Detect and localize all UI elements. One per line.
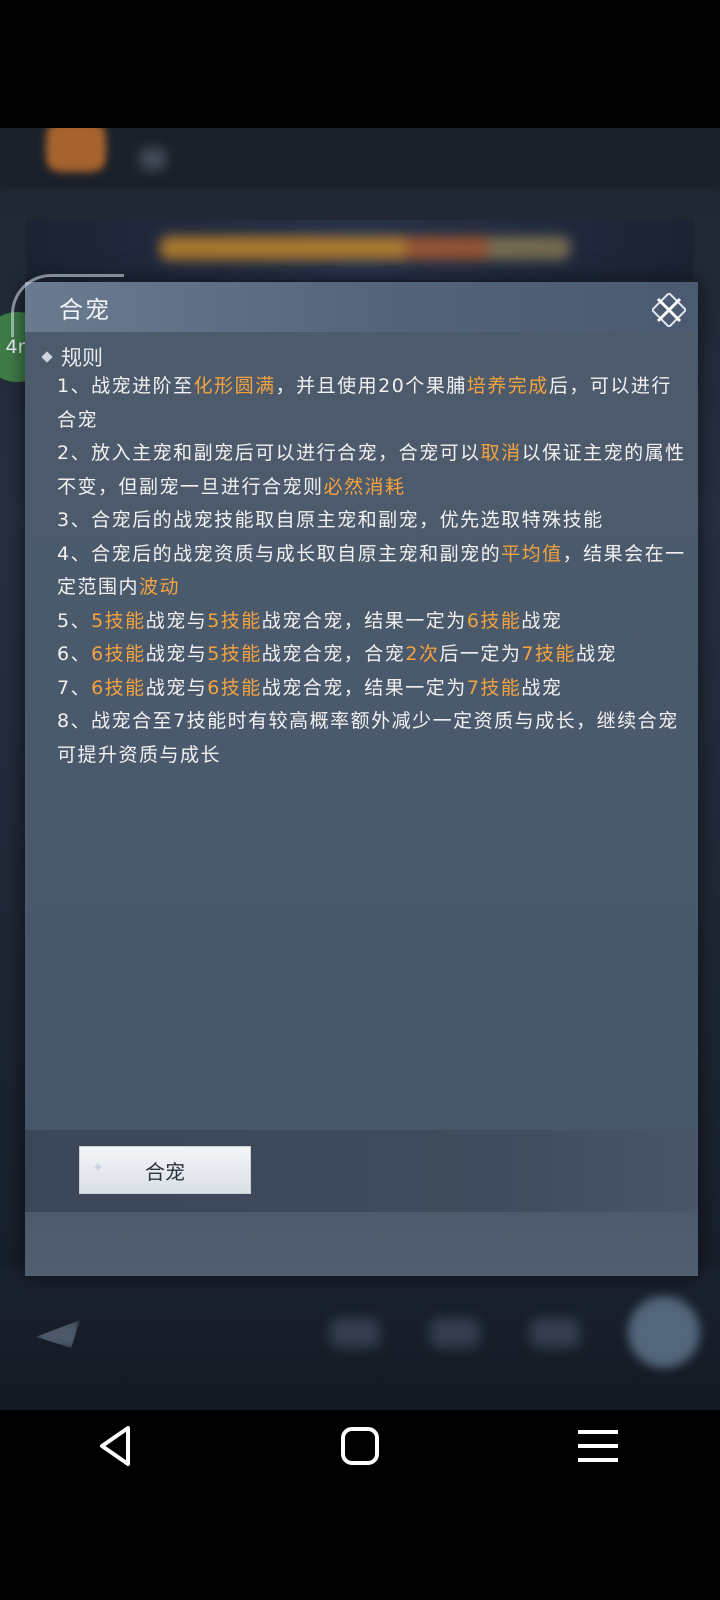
diamond-bullet-icon [41,351,53,363]
rule-highlight: 6技能 [91,676,146,699]
rule-highlight: 2次 [405,643,440,665]
rule-text: 战宠与 [145,609,208,632]
rule-highlight: 5技能 [91,609,146,632]
rule-text: ，并且使用20个果脯 [275,375,467,397]
rule-text: 7、 [57,676,92,699]
rule-text: 战宠合宠，结果一定为 [261,676,467,699]
blurred-avatar [628,1296,700,1368]
dialog-title: 合宠 [59,296,111,324]
back-icon [100,1426,130,1466]
rule-text: 战宠合宠，结果一定为 [261,609,467,632]
dialog-footer-bottom [25,1212,698,1276]
rule-item: 3、合宠后的战宠技能取自原主宠和副宠，优先选取特殊技能 [57,504,687,538]
rule-text: 战宠与 [145,676,208,699]
rule-text: 3、合宠后的战宠技能取自原主宠和副宠，优先选取特殊技能 [57,509,604,531]
rule-item: 2、放入主宠和副宠后可以进行合宠，合宠可以取消以保证主宠的属性不变，但副宠一旦进… [57,437,687,504]
blurred-logo [46,128,106,172]
rule-text: 2、放入主宠和副宠后可以进行合宠，合宠可以 [57,442,481,464]
rule-item: 8、战宠合至7技能时有较高概率额外减少一定资质与成长，继续合宠可提升资质与成长 [57,705,687,772]
blurred-button [330,1318,380,1348]
rule-highlight: 6技能 [466,609,522,632]
rule-text: 战宠合宠，合宠 [261,643,406,665]
rule-highlight: 7技能 [521,643,577,665]
merge-button[interactable]: ✦ 合宠 [79,1146,251,1194]
rule-highlight: 7技能 [466,676,522,699]
rule-text: 战宠与 [145,643,208,665]
close-icon [652,293,686,327]
rule-text: 8、战宠合至7技能时有较高概率额外减少一定资质与成长，继续合宠可提升资质与成长 [57,710,679,766]
rule-highlight: 5技能 [207,643,262,665]
rules-heading-label: 规则 [61,346,103,370]
rule-text: 战宠 [521,676,563,699]
rule-text: 5、 [57,609,92,632]
menu-icon [578,1430,618,1462]
rule-item: 4、合宠后的战宠资质与成长取自原主宠和副宠的平均值，结果会在一定范围内波动 [57,538,687,605]
nav-menu-button[interactable] [548,1410,648,1482]
rule-text: 战宠 [521,609,563,632]
rule-item: 6、6技能战宠与5技能战宠合宠，合宠2次后一定为7技能战宠 [57,638,687,672]
rule-item: 1、战宠进阶至化形圆满，并且使用20个果脯培养完成后，可以进行合宠 [57,370,687,437]
rule-text: 6、 [57,643,92,665]
rule-text: 1、战宠进阶至 [57,375,194,397]
rule-text: 4、合宠后的战宠资质与成长取自原主宠和副宠的 [57,542,502,565]
rule-highlight: 5技能 [207,609,262,632]
blurred-button [430,1318,480,1348]
rule-highlight: 6技能 [91,643,146,665]
rule-highlight: 取消 [480,442,522,464]
merge-pet-dialog: 合宠 规则 1、战宠进阶至化形圆满，并且使用20个果脯培养完成后，可以进行合宠 2… [11,274,698,1276]
rule-highlight: 平均值 [501,542,563,565]
rules-list: 1、战宠进阶至化形圆满，并且使用20个果脯培养完成后，可以进行合宠 2、放入主宠和… [57,370,687,772]
rule-text: 后一定为 [439,643,522,665]
blurred-banner-text [160,236,570,260]
rule-highlight: 波动 [139,576,181,598]
rule-highlight: 6技能 [207,676,262,699]
blurred-button [530,1318,580,1348]
rule-highlight: 必然消耗 [323,475,406,498]
rules-heading: 规则 [41,342,103,372]
rule-item: 5、5技能战宠与5技能战宠合宠，结果一定为6技能战宠 [57,605,687,639]
rule-highlight: 培养完成 [466,375,549,397]
close-button[interactable] [651,292,687,328]
sparkle-icon: ✦ [92,1160,104,1176]
nav-home-button[interactable] [310,1410,410,1482]
rule-item: 7、6技能战宠与6技能战宠合宠，结果一定为7技能战宠 [57,672,687,706]
dialog-header: 合宠 [11,274,698,337]
system-navbar [0,1410,720,1482]
rule-highlight: 化形圆满 [193,375,276,397]
home-icon [341,1427,379,1465]
blurred-icon [140,148,166,170]
blurred-top-bar [0,128,720,188]
merge-button-label: 合宠 [145,1159,185,1184]
rule-text: 战宠 [576,643,618,665]
nav-back-button[interactable] [66,1410,166,1482]
